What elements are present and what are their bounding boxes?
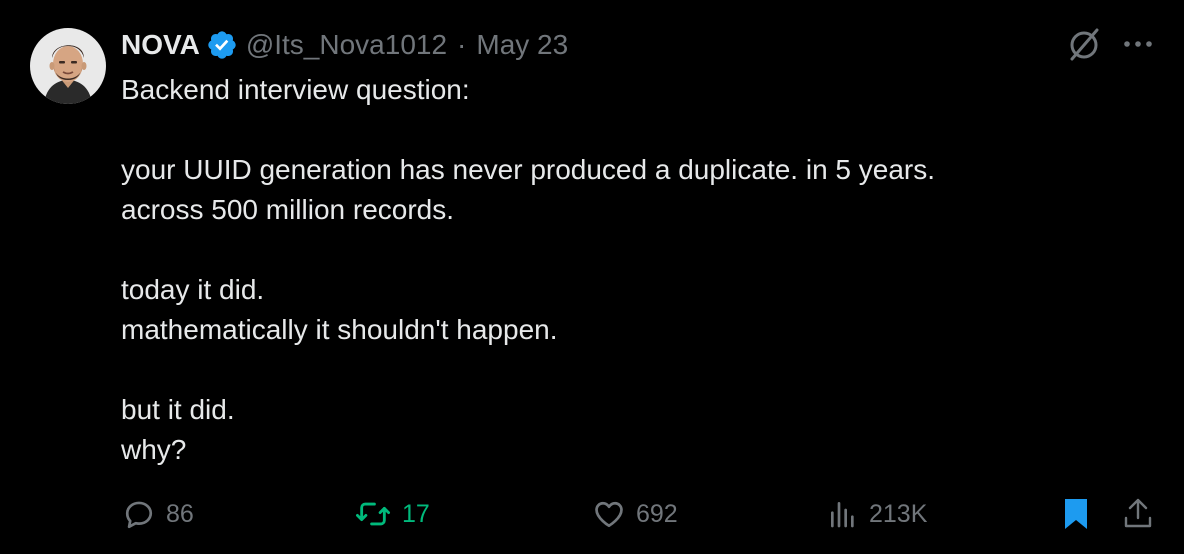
author-name[interactable]: NOVA bbox=[121, 29, 200, 61]
bookmark-icon[interactable] bbox=[1060, 496, 1092, 532]
tweet-date[interactable]: May 23 bbox=[476, 29, 568, 61]
tweet-text: Backend interview question: your UUID ge… bbox=[121, 70, 1121, 470]
author-handle[interactable]: @Its_Nova1012 bbox=[246, 29, 447, 61]
tweet-line bbox=[121, 350, 1121, 390]
share-icon[interactable] bbox=[1122, 496, 1154, 530]
tweet-line: Backend interview question: bbox=[121, 74, 470, 105]
tweet[interactable]: NOVA @Its_Nova1012 · May 23 Backend inte… bbox=[0, 0, 1184, 554]
like-button[interactable]: 692 bbox=[592, 492, 678, 536]
retweet-icon bbox=[355, 502, 390, 526]
tweet-line: why? bbox=[121, 434, 187, 465]
views-count: 213K bbox=[869, 499, 928, 528]
reply-count: 86 bbox=[166, 499, 194, 528]
more-icon[interactable] bbox=[1120, 32, 1156, 56]
tweet-header: NOVA @Its_Nova1012 · May 23 bbox=[121, 26, 568, 64]
avatar[interactable] bbox=[30, 28, 106, 104]
separator-dot: · bbox=[457, 29, 467, 60]
tweet-line: your UUID generation has never produced … bbox=[121, 154, 936, 185]
retweet-button[interactable]: 17 bbox=[354, 492, 430, 536]
retweet-count: 17 bbox=[402, 499, 430, 528]
verified-badge-icon[interactable] bbox=[206, 29, 238, 61]
tweet-line bbox=[121, 230, 1121, 270]
tweet-line: but it did. bbox=[121, 394, 235, 425]
reply-button[interactable]: 86 bbox=[122, 492, 194, 536]
tweet-line: today it did. bbox=[121, 274, 265, 305]
views-icon bbox=[831, 502, 854, 528]
grok-icon[interactable] bbox=[1066, 26, 1102, 62]
views-button[interactable]: 213K bbox=[827, 492, 927, 536]
tweet-line bbox=[121, 110, 1121, 150]
heart-icon bbox=[595, 501, 623, 528]
tweet-line: across 500 million records. bbox=[121, 194, 455, 225]
like-count: 692 bbox=[636, 499, 678, 528]
reply-icon bbox=[125, 501, 153, 529]
tweet-line: mathematically it shouldn't happen. bbox=[121, 314, 558, 345]
